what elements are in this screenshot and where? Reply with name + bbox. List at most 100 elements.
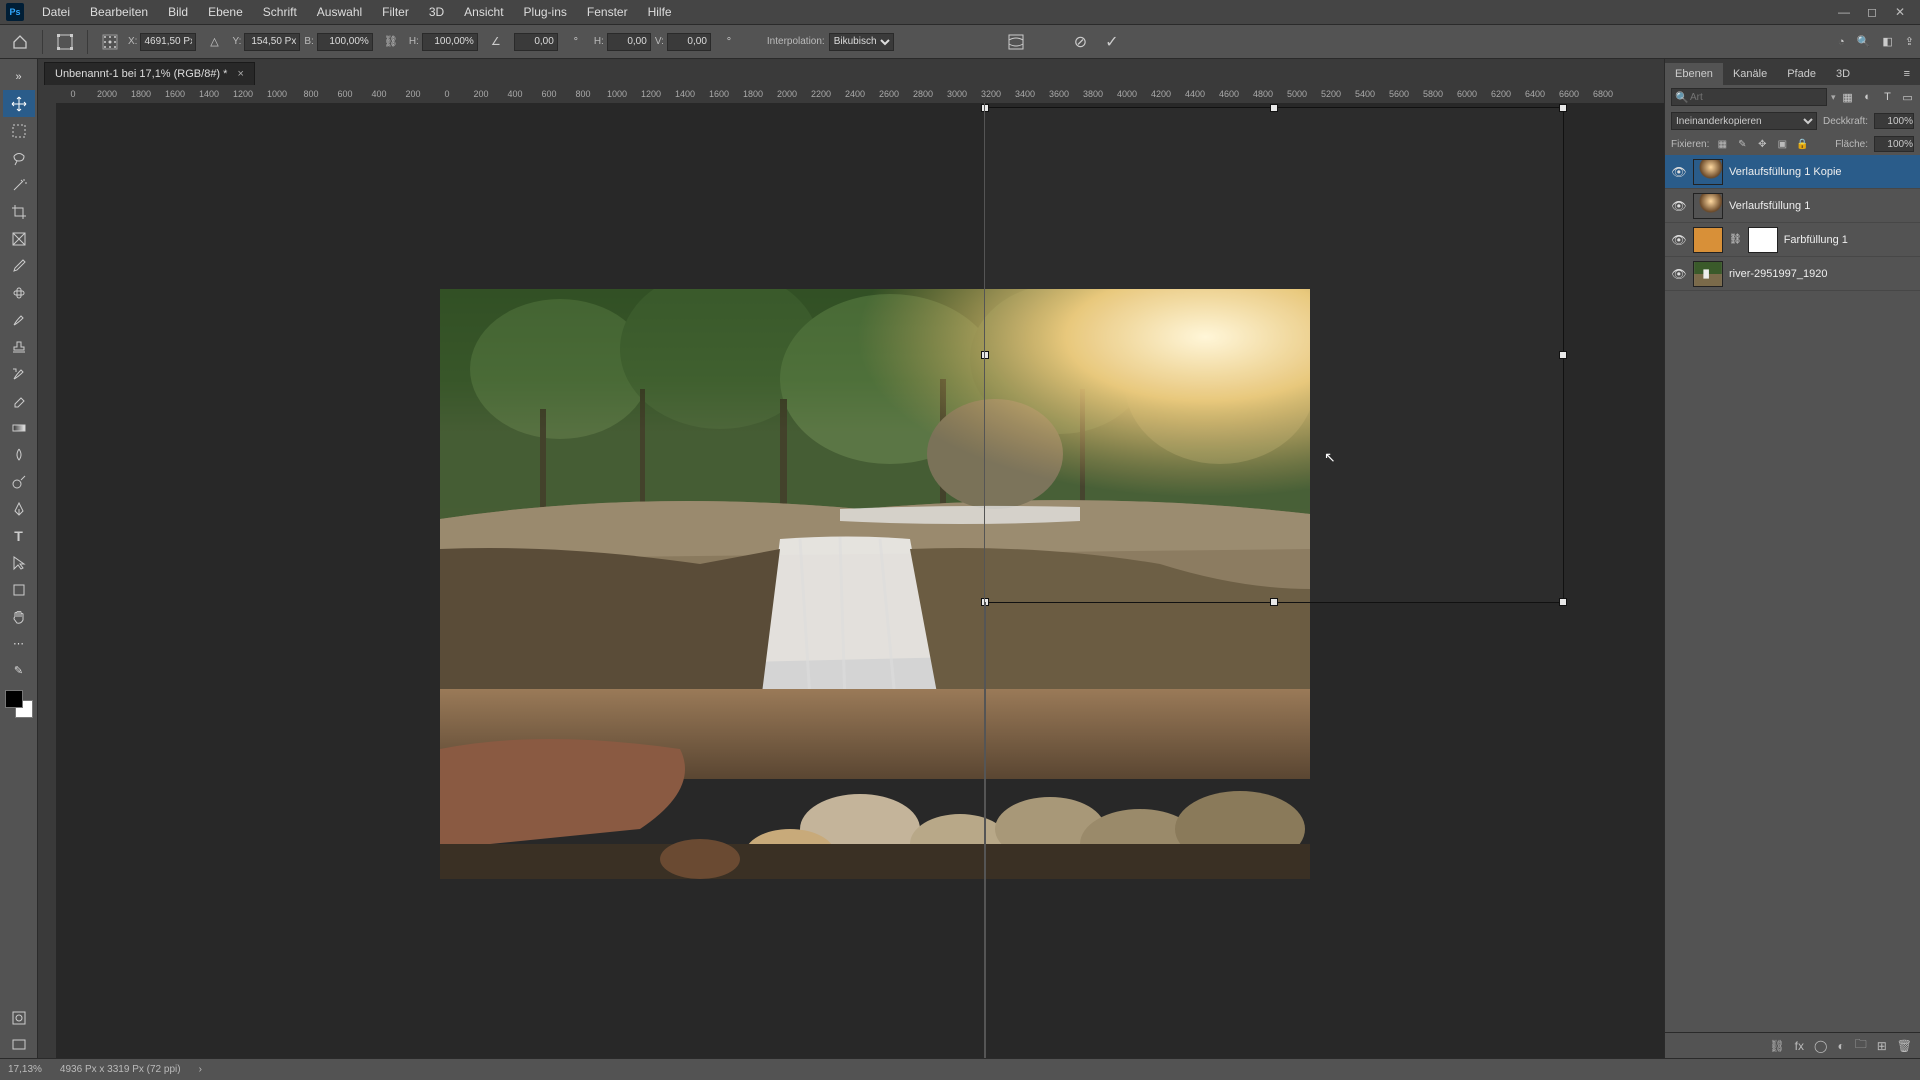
lasso-tool[interactable] [3, 144, 35, 171]
move-tool[interactable] [3, 90, 35, 117]
layer-mask-thumb[interactable] [1748, 227, 1778, 253]
opacity-field[interactable] [1874, 113, 1914, 129]
layer-thumb[interactable] [1693, 159, 1723, 185]
layer-thumb[interactable] [1693, 193, 1723, 219]
heal-tool[interactable] [3, 279, 35, 306]
skew-h-field[interactable] [607, 33, 651, 51]
frame-tool[interactable] [3, 225, 35, 252]
ruler-horizontal[interactable]: 0200018001600140012001000800600400200020… [38, 85, 1664, 103]
visibility-icon[interactable]: 👁 [1671, 267, 1687, 281]
status-docinfo[interactable]: 4936 Px x 3319 Px (72 ppi) [60, 1064, 181, 1075]
share-icon[interactable]: ⇪ [1905, 35, 1914, 48]
wand-tool[interactable] [3, 171, 35, 198]
menu-schrift[interactable]: Schrift [253, 0, 307, 25]
filter-type-icon[interactable]: T [1880, 89, 1896, 105]
close-tab-icon[interactable]: × [237, 68, 243, 80]
delete-layer-icon[interactable]: 🗑 [1897, 1039, 1912, 1053]
eraser-tool[interactable] [3, 387, 35, 414]
window-close[interactable]: ✕ [1886, 0, 1914, 25]
path-select-tool[interactable] [3, 549, 35, 576]
layer-row[interactable]: 👁 Verlaufsfüllung 1 Kopie [1665, 155, 1920, 189]
transform-bounding-box[interactable] [984, 107, 1564, 603]
status-chevron-icon[interactable]: › [199, 1064, 202, 1075]
adjustment-layer-icon[interactable]: ◐ [1837, 1039, 1844, 1053]
menu-bearbeiten[interactable]: Bearbeiten [80, 0, 158, 25]
edit-toolbar-icon[interactable]: ✎ [3, 657, 35, 684]
lock-all-icon[interactable]: 🔒 [1795, 139, 1809, 150]
new-layer-icon[interactable]: ⊞ [1877, 1039, 1887, 1053]
cloud-docs-icon[interactable]: ◔ [1838, 36, 1845, 48]
layer-filter-input[interactable] [1671, 88, 1827, 106]
add-mask-icon[interactable]: ◯ [1814, 1039, 1827, 1053]
window-minimize[interactable]: — [1830, 0, 1858, 25]
panel-menu-icon[interactable]: ≡ [1894, 63, 1920, 85]
visibility-icon[interactable]: 👁 [1671, 233, 1687, 247]
reference-point-icon[interactable] [96, 30, 124, 54]
gradient-tool[interactable] [3, 414, 35, 441]
tab-3d[interactable]: 3D [1826, 63, 1860, 85]
chevrons-icon[interactable]: » [3, 63, 35, 90]
warp-mode-icon[interactable] [1002, 30, 1030, 54]
more-tools-icon[interactable]: ⋯ [3, 630, 35, 657]
menu-ansicht[interactable]: Ansicht [454, 0, 513, 25]
screenmode-icon[interactable] [3, 1031, 35, 1058]
lock-position-icon[interactable]: ✥ [1755, 139, 1769, 150]
menu-fenster[interactable]: Fenster [577, 0, 638, 25]
link-layers-icon[interactable]: ⛓ [1769, 1039, 1784, 1053]
w-field[interactable] [317, 33, 373, 51]
mask-link-icon[interactable]: ⛓ [1729, 234, 1742, 245]
layer-fx-icon[interactable]: fx [1795, 1039, 1804, 1053]
menu-hilfe[interactable]: Hilfe [638, 0, 682, 25]
y-field[interactable] [244, 33, 300, 51]
eyedropper-tool[interactable] [3, 252, 35, 279]
menu-auswahl[interactable]: Auswahl [307, 0, 372, 25]
tab-kanaele[interactable]: Kanäle [1723, 63, 1777, 85]
menu-filter[interactable]: Filter [372, 0, 419, 25]
commit-transform-icon[interactable]: ✓ [1105, 32, 1118, 52]
shape-tool[interactable] [3, 576, 35, 603]
menu-bild[interactable]: Bild [158, 0, 198, 25]
window-maximize[interactable]: ◻ [1858, 0, 1886, 25]
menu-ebene[interactable]: Ebene [198, 0, 253, 25]
type-tool[interactable]: T [3, 522, 35, 549]
layer-thumb[interactable] [1693, 227, 1723, 253]
brush-tool[interactable] [3, 306, 35, 333]
search-icon[interactable]: 🔍 [1857, 35, 1871, 48]
color-swatches[interactable] [5, 690, 33, 718]
layer-row[interactable]: 👁 ⛓ Farbfüllung 1 [1665, 223, 1920, 257]
layer-thumb[interactable] [1693, 261, 1723, 287]
filter-dropdown-icon[interactable]: ▾ [1831, 92, 1836, 103]
fill-field[interactable] [1874, 136, 1914, 152]
link-wh-icon[interactable]: ⛓ [377, 30, 405, 54]
delta-icon[interactable]: △ [200, 30, 228, 54]
tab-ebenen[interactable]: Ebenen [1665, 63, 1723, 85]
document-tab[interactable]: Unbenannt-1 bei 17,1% (RGB/8#) * × [44, 62, 255, 85]
layer-row[interactable]: 👁 river-2951997_1920 [1665, 257, 1920, 291]
menu-plugins[interactable]: Plug-ins [514, 0, 577, 25]
filter-pixel-icon[interactable]: ▦ [1840, 89, 1856, 105]
workspace-icon[interactable]: ◧ [1882, 35, 1892, 48]
dodge-tool[interactable] [3, 468, 35, 495]
angle-field[interactable] [514, 33, 558, 51]
filter-adjust-icon[interactable]: ◐ [1860, 89, 1876, 105]
marquee-tool[interactable] [3, 117, 35, 144]
lock-transparency-icon[interactable]: ▦ [1715, 139, 1729, 150]
stamp-tool[interactable] [3, 333, 35, 360]
filter-shape-icon[interactable]: ▭ [1900, 89, 1916, 105]
x-field[interactable] [140, 33, 196, 51]
crop-tool[interactable] [3, 198, 35, 225]
lock-artboard-icon[interactable]: ▣ [1775, 139, 1789, 150]
hand-tool[interactable] [3, 603, 35, 630]
pen-tool[interactable] [3, 495, 35, 522]
interpolation-select[interactable]: Bikubisch [829, 33, 894, 51]
new-group-icon[interactable]: 🗀 [1855, 1035, 1867, 1056]
layer-row[interactable]: 👁 Verlaufsfüllung 1 [1665, 189, 1920, 223]
cancel-transform-icon[interactable]: ⊘ [1074, 32, 1087, 52]
visibility-icon[interactable]: 👁 [1671, 199, 1687, 213]
menu-datei[interactable]: Datei [32, 0, 80, 25]
tab-pfade[interactable]: Pfade [1777, 63, 1826, 85]
home-button[interactable] [6, 30, 34, 54]
quickmask-icon[interactable] [3, 1004, 35, 1031]
status-zoom[interactable]: 17,13% [8, 1064, 42, 1075]
ruler-vertical[interactable] [38, 103, 56, 1058]
